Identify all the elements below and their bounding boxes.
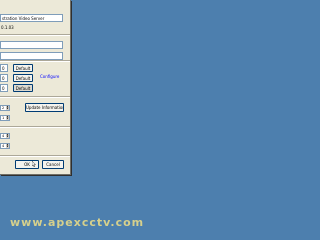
- default-button-2[interactable]: Default: [13, 74, 33, 82]
- spin-arrows-icon[interactable]: ▲ ▼: [6, 106, 9, 110]
- version-label: 0.1.03: [0, 24, 63, 32]
- spin-arrows-icon[interactable]: ▲ ▼: [6, 134, 9, 138]
- separator: [0, 155, 70, 157]
- update-information-button[interactable]: Update Information: [25, 103, 64, 112]
- text-field-a[interactable]: [0, 41, 63, 49]
- watermark-text: www.apexcctv.com: [10, 216, 145, 229]
- text-field-b[interactable]: [0, 52, 63, 60]
- default-button-3[interactable]: Default: [13, 84, 33, 92]
- configure-link[interactable]: Configure: [40, 74, 59, 79]
- value-field-1[interactable]: 0: [0, 64, 8, 72]
- value-field-3[interactable]: 0: [0, 84, 8, 92]
- value-field-2[interactable]: 0: [0, 74, 8, 82]
- separator: [0, 126, 70, 128]
- spinner-value: 4: [2, 134, 5, 138]
- separator: [0, 34, 70, 36]
- separator: [0, 96, 70, 98]
- mouse-cursor-icon: [32, 161, 36, 167]
- settings-dialog: stration Video Server 0.1.03 0 Default 0…: [0, 0, 71, 175]
- spin-arrows-icon[interactable]: ▲ ▼: [6, 116, 9, 120]
- spin-arrows-icon[interactable]: ▲ ▼: [6, 144, 9, 148]
- spinner-top-1[interactable]: 2 ▲ ▼: [0, 105, 10, 111]
- server-name-field[interactable]: stration Video Server: [0, 14, 63, 22]
- default-button-1[interactable]: Default: [13, 64, 33, 72]
- spinner-bottom-1[interactable]: 4 ▲ ▼: [0, 133, 10, 139]
- cancel-button[interactable]: Cancel: [42, 160, 64, 169]
- separator: [0, 60, 70, 62]
- spinner-bottom-2[interactable]: 4 ▲ ▼: [0, 143, 10, 149]
- spinner-top-2[interactable]: 1 ▲ ▼: [0, 115, 10, 121]
- spinner-value: 2: [2, 106, 5, 110]
- spinner-value: 4: [2, 144, 5, 148]
- spinner-value: 1: [2, 116, 5, 120]
